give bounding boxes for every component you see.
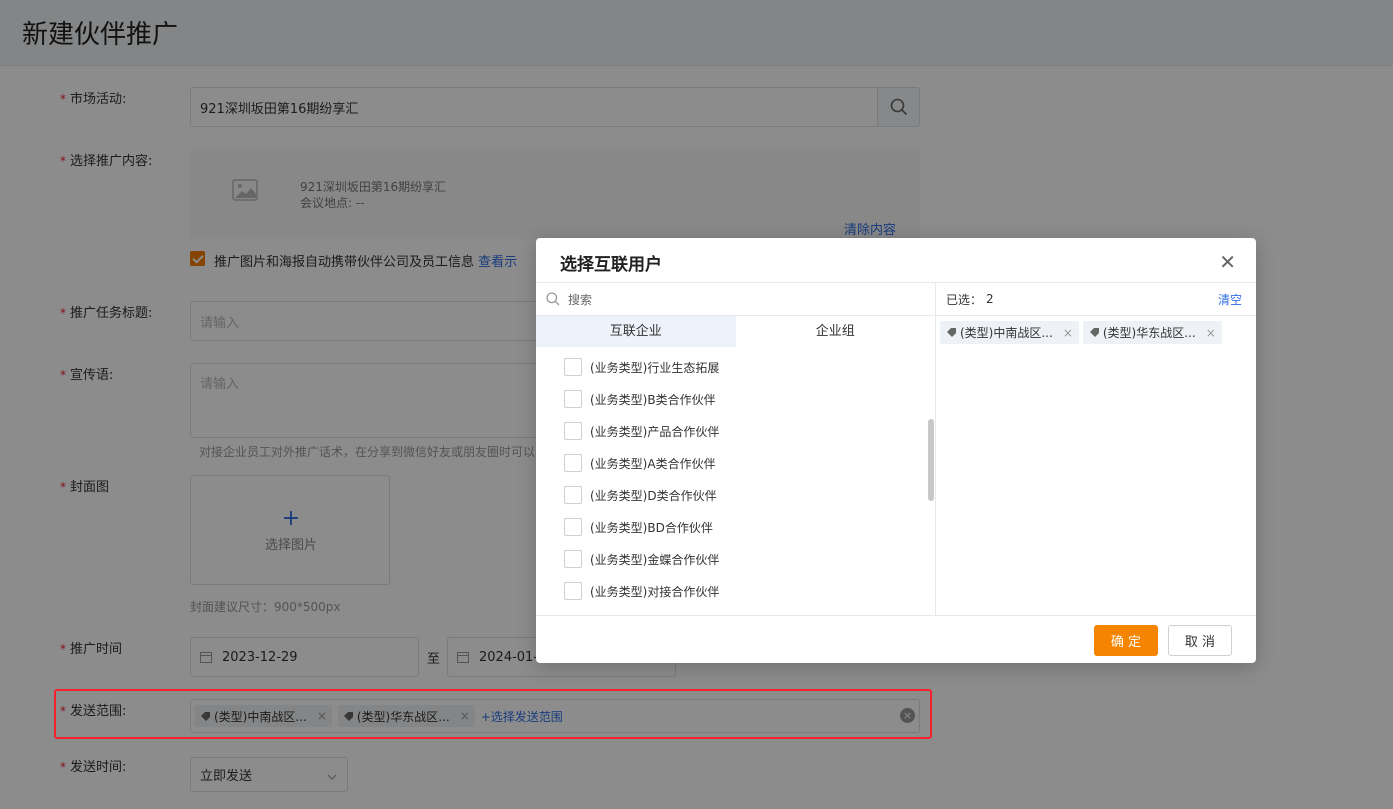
group-list: (业务类型)行业生态拓展 (业务类型)B类合作伙伴 (业务类型)产品合作伙伴 (… bbox=[536, 347, 935, 616]
list-item[interactable]: (业务类型)A类合作伙伴 bbox=[564, 453, 716, 473]
dialog-search[interactable]: 搜索 bbox=[536, 283, 935, 316]
dialog-right-panel: 已选： 2 清空 (类型)中南战区... × (类型)华东战区... × bbox=[936, 282, 1256, 615]
search-placeholder: 搜索 bbox=[568, 292, 593, 307]
clear-selected-link[interactable]: 清空 bbox=[1218, 291, 1242, 308]
highlight-box bbox=[54, 689, 932, 739]
selected-tags: (类型)中南战区... × (类型)华东战区... × bbox=[940, 321, 1226, 344]
item-checkbox[interactable] bbox=[564, 454, 582, 472]
tab-interconnected-enterprise[interactable]: 互联企业 bbox=[536, 316, 736, 347]
selected-tag: (类型)中南战区... × bbox=[940, 321, 1079, 344]
search-icon bbox=[546, 292, 560, 306]
close-icon[interactable]: ✕ bbox=[1219, 250, 1236, 274]
list-item[interactable]: (业务类型)B类合作伙伴 bbox=[564, 389, 716, 409]
dialog-title: 选择互联用户 bbox=[560, 255, 662, 275]
tag-icon bbox=[947, 328, 956, 337]
selected-header: 已选： 2 清空 bbox=[936, 283, 1256, 316]
select-user-dialog: 选择互联用户 ✕ 搜索 互联企业 企业组 (业务类型)行业生态拓展 (业务类型)… bbox=[536, 238, 1256, 663]
selected-tag: (类型)华东战区... × bbox=[1082, 321, 1222, 344]
confirm-button[interactable]: 确 定 bbox=[1094, 625, 1158, 656]
cancel-button[interactable]: 取 消 bbox=[1168, 625, 1232, 656]
item-checkbox[interactable] bbox=[564, 550, 582, 568]
list-item[interactable]: (业务类型)D类合作伙伴 bbox=[564, 485, 717, 505]
remove-tag-icon[interactable]: × bbox=[1063, 326, 1073, 340]
list-item[interactable]: (业务类型)金蝶合作伙伴 bbox=[564, 549, 719, 569]
dialog-tabs: 互联企业 企业组 bbox=[536, 316, 935, 347]
item-checkbox[interactable] bbox=[564, 486, 582, 504]
list-scrollbar[interactable] bbox=[928, 419, 934, 501]
dialog-left-panel: 搜索 互联企业 企业组 (业务类型)行业生态拓展 (业务类型)B类合作伙伴 (业… bbox=[536, 282, 936, 615]
list-item[interactable]: (业务类型)对接合作伙伴 bbox=[564, 581, 719, 601]
tab-enterprise-group[interactable]: 企业组 bbox=[736, 316, 936, 347]
tag-icon bbox=[1089, 328, 1099, 337]
dialog-footer: 确 定 取 消 bbox=[536, 615, 1256, 663]
item-checkbox[interactable] bbox=[564, 422, 582, 440]
selected-label: 已选： bbox=[946, 292, 983, 307]
list-item[interactable]: (业务类型)BD合作伙伴 bbox=[564, 517, 713, 537]
remove-tag-icon[interactable]: × bbox=[1206, 326, 1216, 340]
list-item[interactable]: (业务类型)产品合作伙伴 bbox=[564, 421, 719, 441]
item-checkbox[interactable] bbox=[564, 358, 582, 376]
item-checkbox[interactable] bbox=[564, 582, 582, 600]
selected-count: 2 bbox=[986, 292, 994, 306]
list-item[interactable]: (业务类型)行业生态拓展 bbox=[564, 357, 719, 377]
item-checkbox[interactable] bbox=[564, 518, 582, 536]
item-checkbox[interactable] bbox=[564, 390, 582, 408]
